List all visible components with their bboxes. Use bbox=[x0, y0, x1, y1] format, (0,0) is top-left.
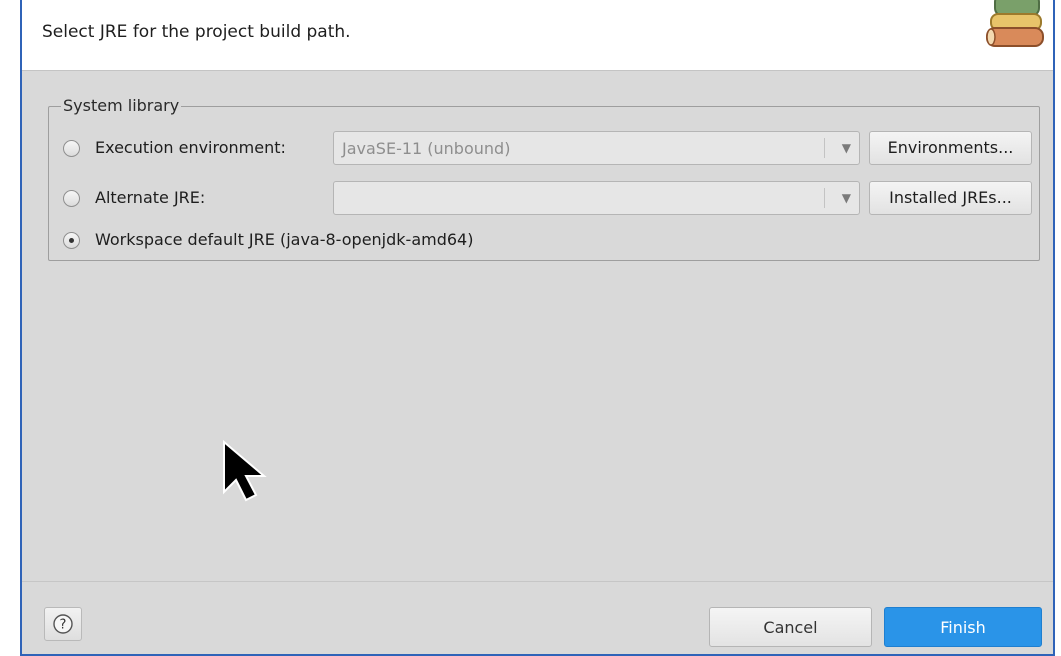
help-button[interactable]: ? bbox=[44, 607, 82, 641]
combo-separator bbox=[824, 188, 825, 208]
combo-separator bbox=[824, 138, 825, 158]
system-library-label: System library bbox=[61, 96, 182, 115]
cancel-button[interactable]: Cancel bbox=[709, 607, 872, 647]
alternate-jre-radio[interactable] bbox=[63, 190, 80, 207]
finish-button[interactable]: Finish bbox=[884, 607, 1042, 647]
chevron-down-icon[interactable]: ▼ bbox=[842, 141, 851, 155]
dialog-header: Select JRE for the project build path. bbox=[22, 0, 1053, 71]
alternate-jre-combo[interactable]: ▼ bbox=[333, 181, 860, 215]
header-description: Select JRE for the project build path. bbox=[42, 22, 351, 42]
alternate-jre-row: Alternate JRE: ▼ Installed JREs... bbox=[49, 181, 1039, 217]
system-library-group: System library Execution environment: Ja… bbox=[48, 96, 1040, 261]
execution-environment-row: Execution environment: JavaSE-11 (unboun… bbox=[49, 131, 1039, 167]
workspace-default-row: Workspace default JRE (java-8-openjdk-am… bbox=[49, 223, 1039, 259]
environments-button[interactable]: Environments... bbox=[869, 131, 1032, 165]
library-books-icon bbox=[986, 0, 1044, 47]
footer-separator bbox=[22, 581, 1053, 582]
svg-text:?: ? bbox=[60, 618, 67, 633]
execution-environment-value: JavaSE-11 (unbound) bbox=[342, 139, 511, 158]
new-java-project-dialog: Select JRE for the project build path. S… bbox=[20, 0, 1055, 656]
chevron-down-icon[interactable]: ▼ bbox=[842, 191, 851, 205]
workspace-default-label: Workspace default JRE (java-8-openjdk-am… bbox=[95, 230, 474, 249]
installed-jres-button[interactable]: Installed JREs... bbox=[869, 181, 1032, 215]
workspace-default-radio[interactable] bbox=[63, 232, 80, 249]
execution-environment-radio[interactable] bbox=[63, 140, 80, 157]
mouse-cursor-icon bbox=[223, 439, 267, 502]
alternate-jre-label: Alternate JRE: bbox=[95, 188, 206, 207]
question-mark-icon: ? bbox=[53, 614, 73, 634]
execution-environment-label: Execution environment: bbox=[95, 138, 286, 157]
execution-environment-combo[interactable]: JavaSE-11 (unbound) ▼ bbox=[333, 131, 860, 165]
